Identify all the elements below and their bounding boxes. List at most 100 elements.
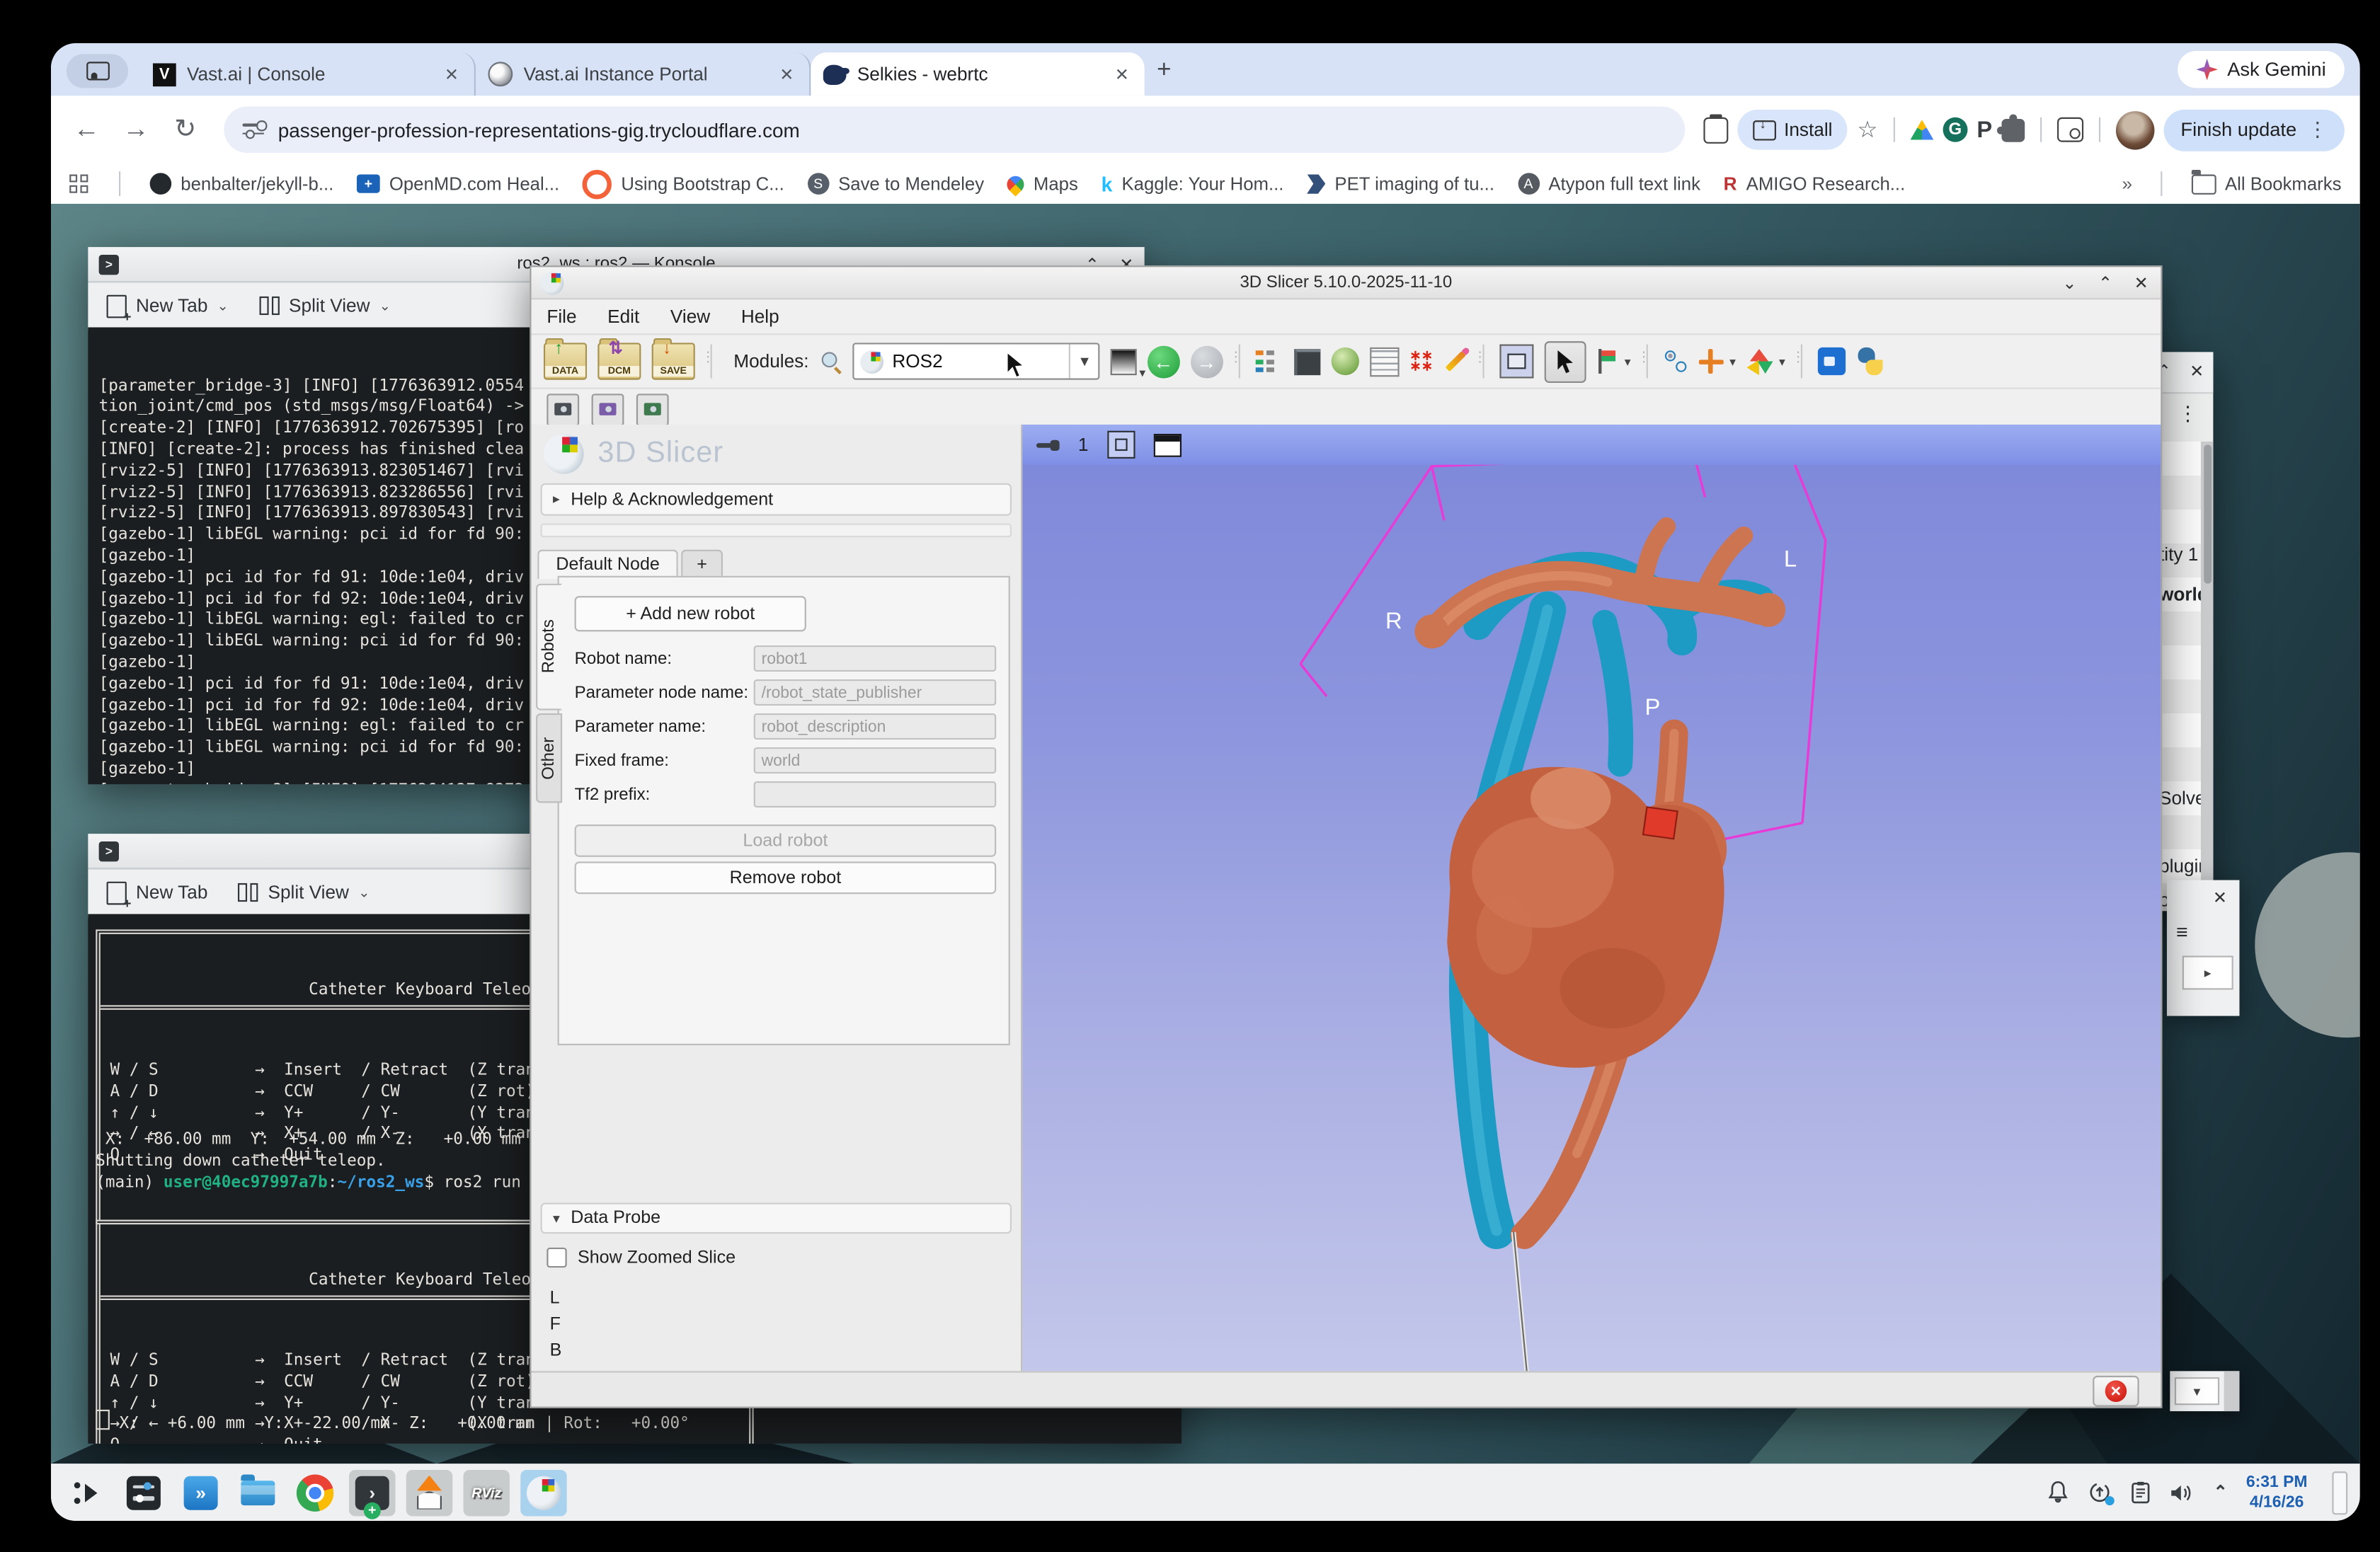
bookmark-item[interactable]: S Save to Mendeley [807,173,984,195]
app-launcher-button[interactable] [63,1469,109,1515]
show-zoomed-slice-row[interactable]: Show Zoomed Slice [547,1247,736,1268]
tray-expand-icon[interactable]: ⌃ [2214,1482,2228,1502]
place-markup-icon[interactable] [1596,349,1618,374]
slicer-3d-view[interactable]: 1 R P L [1022,424,2161,1373]
markups-icon[interactable]: ∗∗ ∗∗ [1409,348,1433,373]
extensions-manager-icon[interactable] [1817,347,1846,376]
new-tab-button[interactable]: New Tab [106,880,207,910]
volume-rendering-icon[interactable] [1330,347,1359,376]
chevron-down-icon[interactable]: ⌄ [379,297,391,314]
install-button[interactable]: Install [1737,109,1848,150]
scene-view-add-icon[interactable] [591,393,624,426]
tab-robots[interactable]: Robots [536,583,563,711]
transforms-icon[interactable] [1663,349,1688,374]
new-tab-button[interactable]: New Tab ⌄ [106,294,229,323]
bookmark-item[interactable]: Using Bootstrap C... [582,168,784,199]
dropdown-arrow-icon[interactable]: ▾ [1779,355,1785,369]
load-robot-button[interactable]: Load robot [574,824,997,857]
split-view-button[interactable]: Split View ⌄ [259,295,391,316]
maximize-view-icon[interactable] [1153,432,1182,456]
remote-desktop[interactable]: > ros2_ws : ros2 — Konsole ⌄ ⌃ ✕ New Tab… [50,203,2360,1464]
chevron-down-icon[interactable]: ⌄ [217,297,228,314]
bookmark-item[interactable]: k Kaggle: Your Hom... [1102,172,1284,195]
chevron-down-icon[interactable]: ⌄ [358,884,370,901]
python-console-icon[interactable] [1856,347,1884,376]
robot-name-input[interactable] [753,645,997,672]
scrollbar[interactable] [2200,441,2214,912]
reload-icon[interactable]: ↻ [165,114,205,145]
tab-close-icon[interactable]: ✕ [441,64,462,84]
slicer-titlebar[interactable]: 3D Slicer 5.10.0-2025-11-10 ⌄ ⌃ ✕ [531,267,2161,300]
center-view-icon[interactable] [1106,430,1135,459]
bookmark-item[interactable]: Maps [1003,171,1078,196]
menu-help[interactable]: Help [741,306,779,328]
menu-edit[interactable]: Edit [607,306,639,328]
modules-combobox[interactable]: ROS2 ▼ [852,343,1099,380]
tab-vast-portal[interactable]: Vast.ai Instance Portal ✕ [476,52,811,96]
screen-share-indicator[interactable] [66,54,129,88]
volume-icon[interactable] [2170,1481,2195,1503]
back-icon[interactable]: ← [67,114,107,145]
extensions-icon[interactable] [1996,113,2025,142]
finish-update-button[interactable]: Finish update ⋮ [2163,108,2345,151]
forward-icon[interactable]: → [116,114,156,145]
p-extension-icon[interactable]: P [1976,117,1992,143]
module-search-icon[interactable] [820,350,842,372]
capture-screenshot-icon[interactable] [547,393,580,426]
browser-menu-icon[interactable]: ⋮ [2307,117,2327,142]
tab-vast-console[interactable]: V Vast.ai | Console ✕ [141,52,476,96]
close-module-button[interactable]: ✕ [2093,1375,2139,1407]
url-text[interactable]: passenger-profession-representations-gig… [278,118,800,142]
all-bookmarks-button[interactable]: All Bookmarks [2190,169,2341,195]
window-level-icon[interactable] [1109,347,1145,379]
param-node-input[interactable] [753,679,997,706]
tab-close-icon[interactable]: ✕ [777,64,797,84]
search-tabs-icon[interactable] [2056,117,2083,142]
bookmark-item[interactable]: PET imaging of tu... [1307,173,1494,195]
load-data-button[interactable]: ↑ DATA [543,338,588,380]
bookmark-item[interactable]: benbalter/jekyll-b... [149,173,333,195]
apps-grid-icon[interactable] [69,173,89,193]
combobox-arrow-icon[interactable]: ▼ [1068,344,1092,379]
heart-3d-render[interactable]: R P L [1022,464,2161,1373]
dropdown-button[interactable]: ▾ [2174,1377,2220,1406]
konsole-task-button[interactable]: › + [349,1468,396,1519]
side-panel-icon[interactable] [1703,113,1729,143]
hamburger-icon[interactable]: ≡ [2167,908,2240,943]
show-zoomed-slice-checkbox[interactable] [547,1247,567,1268]
drive-extension-icon[interactable] [1910,120,1934,140]
expand-button[interactable]: ▸ [2182,955,2233,990]
file-manager-button[interactable] [235,1469,281,1515]
tab-other[interactable]: Other [536,713,563,803]
data-module-icon[interactable] [1293,347,1320,375]
param-name-input[interactable] [753,713,997,740]
close-icon[interactable]: ✕ [2167,880,2240,908]
data-probe-section[interactable]: ▾ Data Probe [540,1202,1012,1234]
close-icon[interactable]: ✕ [2190,362,2204,381]
load-dicom-button[interactable]: ⇅ DCM [597,338,641,380]
remove-robot-button[interactable]: Remove robot [574,861,997,895]
close-icon[interactable]: ✕ [2134,272,2149,292]
new-tab-button[interactable]: + [1157,57,1171,85]
slice-intersections-icon[interactable] [1746,347,1773,375]
notifications-icon[interactable] [2047,1481,2070,1504]
panel-menu-icon[interactable]: ⋮ [2178,401,2197,426]
menu-file[interactable]: File [547,306,576,328]
crosshair-icon[interactable] [1698,349,1724,374]
maximize-icon[interactable]: ⌃ [2098,272,2112,292]
gazebo-task-button[interactable] [406,1468,453,1516]
rviz-task-button[interactable]: RViz [463,1468,510,1516]
pin-icon[interactable] [1036,438,1060,452]
scrollbar[interactable] [2224,1371,2240,1412]
bookmark-item[interactable]: + OpenMD.com Heal... [357,173,559,195]
split-view-button[interactable]: Split View ⌄ [239,882,370,903]
profile-avatar[interactable] [2115,110,2155,149]
settings-button[interactable] [120,1469,166,1515]
show-desktop-button[interactable] [2332,1471,2348,1514]
screenshot-icon[interactable] [1499,344,1533,379]
add-new-robot-button[interactable]: + Add new robot [574,596,806,632]
tab-selkies[interactable]: Selkies - webrtc ✕ [811,52,1145,96]
module-forward-button[interactable]: → [1190,345,1223,378]
clock[interactable]: 6:31 PM 4/16/26 [2246,1473,2308,1511]
save-button[interactable]: ↓ SAVE [651,338,695,380]
